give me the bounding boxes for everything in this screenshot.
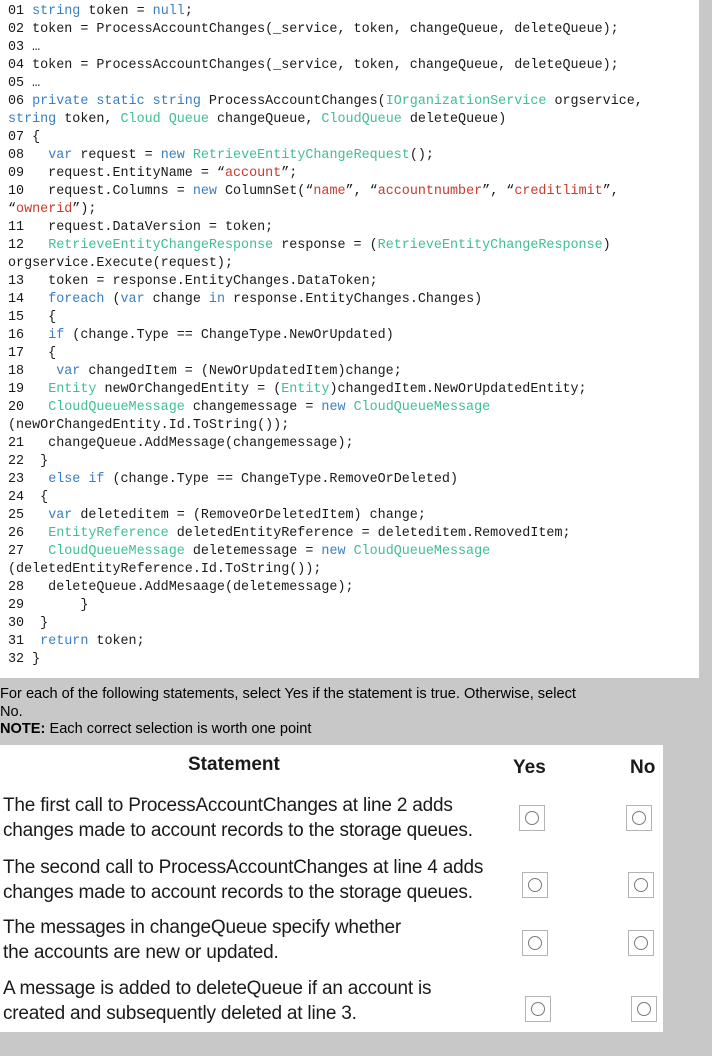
statement-2: The second call to ProcessAccountChanges… (3, 857, 484, 903)
code-line: 26 EntityReference deletedEntityReferenc… (8, 526, 571, 541)
code-line: (newOrChangedEntity.Id.ToString()); (8, 418, 290, 433)
code-line: 29 } (8, 598, 89, 613)
statement-1-no-radio[interactable] (626, 805, 652, 831)
code-line: 18 var changedItem = (NewOrUpdatedItem)c… (8, 364, 402, 379)
radio-circle-icon (525, 811, 539, 825)
code-line: 20 CloudQueueMessage changemessage = new… (8, 400, 491, 415)
code-line: 25 var deleteditem = (RemoveOrDeletedIte… (8, 508, 426, 523)
instructions-line-2: No. (0, 703, 23, 720)
code-line: 24 { (8, 490, 49, 505)
radio-circle-icon (531, 1002, 545, 1016)
radio-circle-icon (632, 811, 646, 825)
code-line: 21 changeQueue.AddMessage(changemessage)… (8, 436, 354, 451)
code-line: 10 request.Columns = new ColumnSet(“name… (8, 184, 619, 199)
radio-circle-icon (528, 936, 542, 950)
code-line: 32 } (8, 652, 41, 667)
code-line: “ownerid”); (8, 202, 97, 217)
code-line: 02 token = ProcessAccountChanges(_servic… (8, 22, 619, 37)
code-line: 07 { (8, 130, 41, 145)
code-line: 23 else if (change.Type == ChangeType.Re… (8, 472, 459, 487)
statement-1-yes-radio[interactable] (519, 805, 545, 831)
radio-circle-icon (634, 936, 648, 950)
code-line: string token, Cloud Queue changeQueue, C… (8, 112, 507, 127)
statement-3-no-radio[interactable] (628, 930, 654, 956)
code-line: 11 request.DataVersion = token; (8, 220, 274, 235)
code-line: 06 private static string ProcessAccountC… (8, 94, 643, 109)
answer-table: Statement Yes No The first call to Proce… (0, 745, 663, 1032)
code-line: 16 if (change.Type == ChangeType.NewOrUp… (8, 328, 394, 343)
code-line: 15 { (8, 310, 57, 325)
radio-circle-icon (634, 878, 648, 892)
code-line: (deletedEntityReference.Id.ToString()); (8, 562, 322, 577)
statement-1: The first call to ProcessAccountChanges … (3, 795, 473, 841)
code-line: 31 return token; (8, 634, 145, 649)
note-label: NOTE: (0, 721, 46, 737)
header-yes: Yes (513, 757, 546, 778)
radio-circle-icon (528, 878, 542, 892)
instructions: For each of the following statements, se… (0, 686, 712, 739)
code-line: 19 Entity newOrChangedEntity = (Entity)c… (8, 382, 587, 397)
header-statement: Statement (188, 754, 280, 775)
code-line: 09 request.EntityName = “account”; (8, 166, 298, 181)
statement-2-yes-radio[interactable] (522, 872, 548, 898)
code-line: 17 { (8, 346, 57, 361)
code-listing: 01 string token = null; 02 token = Proces… (0, 0, 699, 678)
statement-4-no-radio[interactable] (631, 996, 657, 1022)
header-no: No (630, 757, 656, 778)
statement-2-no-radio[interactable] (628, 872, 654, 898)
code-line: 22 } (8, 454, 49, 469)
code-line: orgservice.Execute(request); (8, 256, 233, 271)
code-line: 14 foreach (var change in response.Entit… (8, 292, 483, 307)
code-line: 03 … (8, 40, 41, 55)
radio-circle-icon (637, 1002, 651, 1016)
instructions-line-1: For each of the following statements, se… (0, 686, 576, 702)
code-line: 04 token = ProcessAccountChanges(_servic… (8, 58, 619, 73)
code-line: 27 CloudQueueMessage deletemessage = new… (8, 544, 491, 559)
code-line: 01 string token = null; (8, 4, 193, 19)
statement-4: A message is added to deleteQueue if an … (3, 978, 432, 1024)
code-line: 30 } (8, 616, 49, 631)
code-line: 28 deleteQueue.AddMesaage(deletemessage)… (8, 580, 354, 595)
code-line: 12 RetrieveEntityChangeResponse response… (8, 238, 611, 253)
code-line: 08 var request = new RetrieveEntityChang… (8, 148, 434, 163)
note: NOTE: Each correct selection is worth on… (0, 721, 712, 739)
statement-4-yes-radio[interactable] (525, 996, 551, 1022)
code-line: 13 token = response.EntityChanges.DataTo… (8, 274, 378, 289)
code-line: 05 … (8, 76, 41, 91)
statement-3-yes-radio[interactable] (522, 930, 548, 956)
note-text: Each correct selection is worth one poin… (45, 721, 312, 737)
statement-3: The messages in changeQueue specify whet… (3, 917, 402, 963)
